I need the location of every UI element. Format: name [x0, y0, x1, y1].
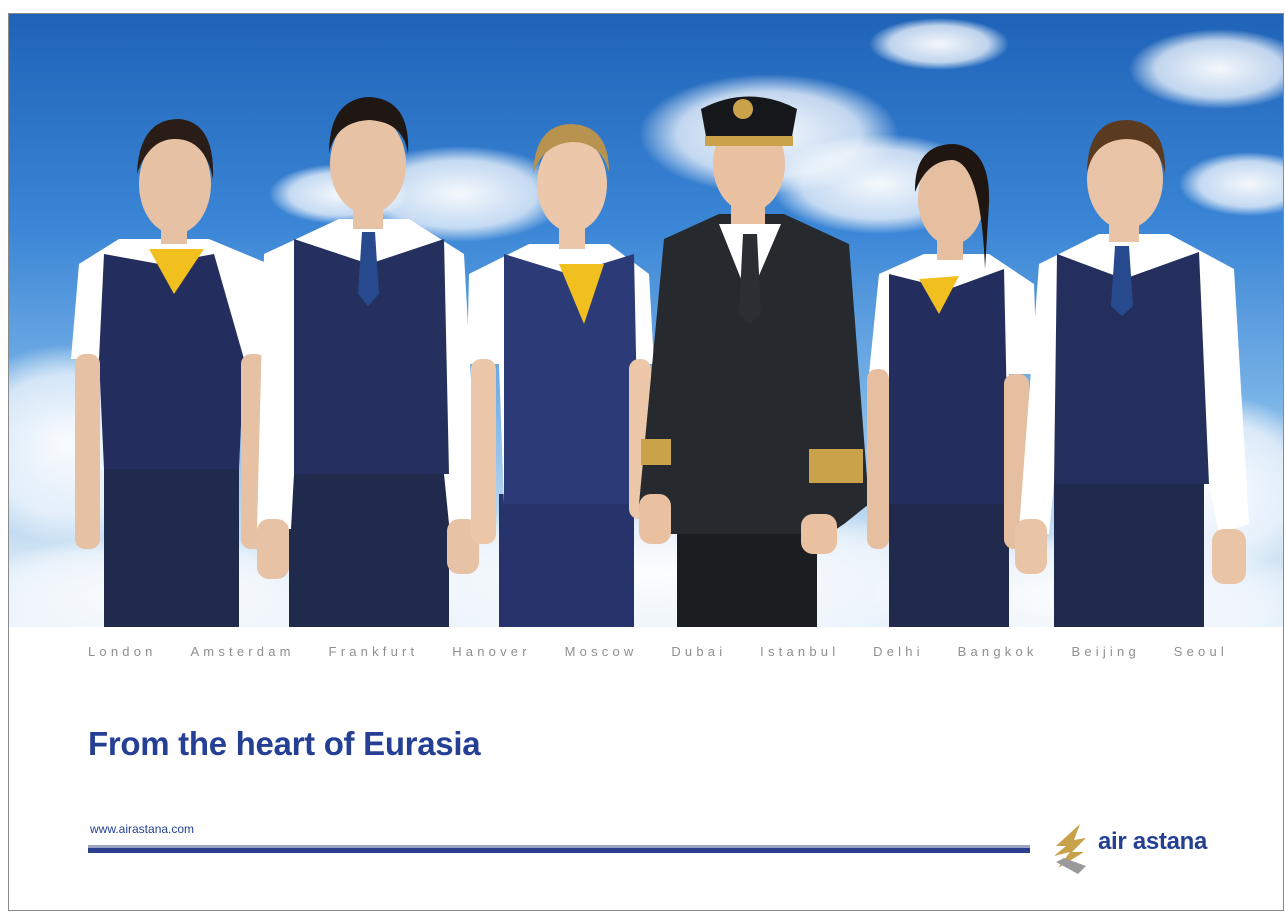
divider-rule: [88, 845, 1030, 853]
city-label: London: [88, 644, 157, 659]
headline: From the heart of Eurasia: [88, 725, 481, 762]
crew-illustration: [9, 18, 1284, 627]
city-label: Seoul: [1173, 644, 1228, 659]
advertisement: London Amsterdam Frankfurt Hanover Mosco…: [0, 0, 1285, 912]
snow-leopard-icon: [1054, 824, 1086, 874]
city-label: Frankfurt: [328, 644, 419, 659]
city-label: Bangkok: [957, 644, 1038, 659]
destination-cities: London Amsterdam Frankfurt Hanover Mosco…: [88, 644, 1228, 659]
city-label: Amsterdam: [190, 644, 295, 659]
city-label: Delhi: [873, 644, 924, 659]
city-label: Beijing: [1071, 644, 1140, 659]
website-link[interactable]: www.airastana.com: [90, 822, 194, 836]
crew-photo: [9, 14, 1284, 627]
city-label: Dubai: [671, 644, 727, 659]
city-label: Moscow: [564, 644, 638, 659]
city-label: Hanover: [452, 644, 531, 659]
brand-logo-text: air astana: [1098, 828, 1208, 855]
city-label: Istanbul: [760, 644, 840, 659]
